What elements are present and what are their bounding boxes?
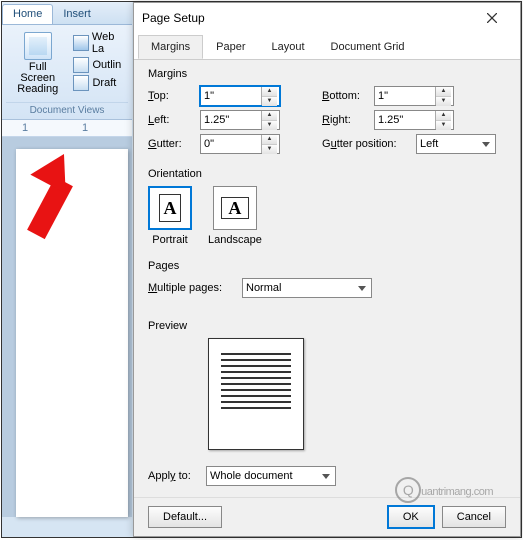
close-icon xyxy=(487,13,497,23)
orientation-legend: Orientation xyxy=(148,168,506,180)
full-screen-icon xyxy=(24,32,52,60)
right-spinner[interactable]: ▲▼ xyxy=(374,110,454,130)
gutter-spinner[interactable]: ▲▼ xyxy=(200,134,280,154)
pages-group: Pages Multiple pages: Normal xyxy=(148,260,506,302)
landscape-icon: A xyxy=(213,186,257,230)
ribbon-tabstrip: Home Insert xyxy=(2,2,132,25)
right-input[interactable] xyxy=(375,111,435,129)
tab-margins[interactable]: Margins xyxy=(138,35,203,59)
top-spinner[interactable]: ▲▼ xyxy=(200,86,280,106)
document-page xyxy=(16,149,128,517)
orientation-group: Orientation A Portrait A Landscape xyxy=(148,168,506,250)
preview-group: Preview xyxy=(148,320,506,456)
apply-to-select[interactable]: Whole document xyxy=(206,466,336,486)
spin-down-icon[interactable]: ▼ xyxy=(262,97,277,106)
ribbon-tab-home[interactable]: Home xyxy=(2,4,53,24)
preview-page-icon xyxy=(208,338,304,450)
landscape-option[interactable]: A Landscape xyxy=(208,186,262,246)
close-button[interactable] xyxy=(472,5,512,31)
tab-paper[interactable]: Paper xyxy=(203,35,258,59)
bottom-input[interactable] xyxy=(375,87,435,105)
outline-icon xyxy=(73,57,89,73)
full-screen-label: Full ScreenReading xyxy=(11,62,64,95)
portrait-option[interactable]: A Portrait xyxy=(148,186,192,246)
dialog-titlebar[interactable]: Page Setup xyxy=(134,3,520,33)
web-layout-button[interactable]: Web La xyxy=(73,31,128,55)
spin-up-icon[interactable]: ▲ xyxy=(436,111,451,121)
document-area[interactable] xyxy=(2,137,132,517)
portrait-label: Portrait xyxy=(152,234,187,246)
spin-down-icon[interactable]: ▼ xyxy=(262,121,277,130)
portrait-icon: A xyxy=(148,186,192,230)
ribbon: Home Insert Full ScreenReading Web La Ou… xyxy=(2,2,132,517)
right-label: Right: xyxy=(322,114,368,126)
outline-button[interactable]: Outlin xyxy=(73,57,128,73)
margins-legend: Margins xyxy=(148,68,506,80)
draft-button[interactable]: Draft xyxy=(73,75,128,91)
spin-down-icon[interactable]: ▼ xyxy=(262,145,277,154)
landscape-label: Landscape xyxy=(208,234,262,246)
ok-button[interactable]: OK xyxy=(388,506,434,528)
gutter-pos-select[interactable]: Left xyxy=(416,134,496,154)
dialog-title: Page Setup xyxy=(142,11,472,25)
spin-down-icon[interactable]: ▼ xyxy=(436,121,451,130)
ribbon-group-label: Document Views xyxy=(6,102,128,116)
page-setup-dialog: Page Setup Margins Paper Layout Document… xyxy=(133,2,521,537)
left-input[interactable] xyxy=(201,111,261,129)
dialog-tabstrip: Margins Paper Layout Document Grid xyxy=(134,33,520,60)
gutter-input[interactable] xyxy=(201,135,261,153)
gutter-label: Gutter: xyxy=(148,138,194,150)
draft-icon xyxy=(73,75,89,91)
bottom-label: Bottom: xyxy=(322,90,368,102)
spin-up-icon[interactable]: ▲ xyxy=(262,87,277,97)
cancel-button[interactable]: Cancel xyxy=(442,506,506,528)
top-input[interactable] xyxy=(201,87,261,105)
ribbon-tab-insert[interactable]: Insert xyxy=(53,5,101,24)
preview-legend: Preview xyxy=(148,320,506,332)
multiple-pages-label: Multiple pages: xyxy=(148,282,236,294)
multiple-pages-select[interactable]: Normal xyxy=(242,278,372,298)
left-label: Left: xyxy=(148,114,194,126)
tab-document-grid[interactable]: Document Grid xyxy=(318,35,418,59)
spin-up-icon[interactable]: ▲ xyxy=(436,87,451,97)
web-layout-icon xyxy=(73,35,88,51)
spin-up-icon[interactable]: ▲ xyxy=(262,111,277,121)
pages-legend: Pages xyxy=(148,260,506,272)
spin-down-icon[interactable]: ▼ xyxy=(436,97,451,106)
margins-group: Margins Top: ▲▼ Bottom: ▲▼ Left: ▲▼ Righ… xyxy=(148,68,506,158)
full-screen-reading-button[interactable]: Full ScreenReading xyxy=(6,29,69,98)
ruler[interactable]: 11 xyxy=(2,120,132,137)
gutter-pos-label: Gutter position: xyxy=(322,138,410,150)
top-label: Top: xyxy=(148,90,194,102)
default-button[interactable]: Default... xyxy=(148,506,222,528)
spin-up-icon[interactable]: ▲ xyxy=(262,135,277,145)
apply-to-label: Apply to: xyxy=(148,470,200,482)
tab-layout[interactable]: Layout xyxy=(258,35,317,59)
bottom-spinner[interactable]: ▲▼ xyxy=(374,86,454,106)
left-spinner[interactable]: ▲▼ xyxy=(200,110,280,130)
